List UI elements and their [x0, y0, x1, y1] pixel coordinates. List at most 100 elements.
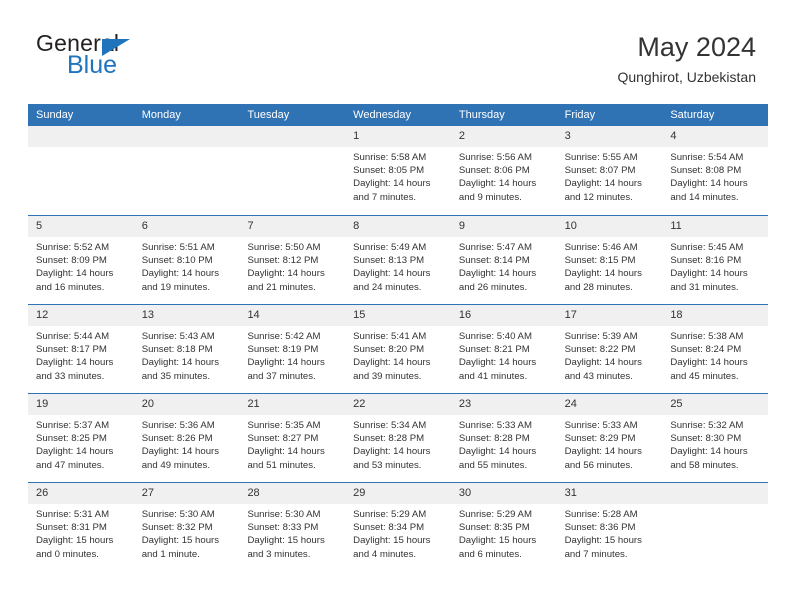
daylight-text: Daylight: 14 hours and 26 minutes. — [458, 268, 537, 293]
calendar-day-cell[interactable]: 3 Sunrise: 5:55 AM Sunset: 8:07 PM Daylight… — [556, 126, 663, 215]
day-number-band: 28 — [239, 483, 346, 504]
day-number-band: 27 — [133, 483, 240, 504]
day-number: 16 — [458, 309, 472, 321]
calendar-day-cell[interactable]: 24 Sunrise: 5:33 AM Sunset: 8:29 PM Dayligh… — [556, 394, 663, 482]
day-details: Sunrise: 5:44 AM Sunset: 8:17 PM Daylight:… — [28, 326, 134, 383]
day-number: 13 — [141, 309, 154, 321]
calendar-day-cell[interactable]: 1 Sunrise: 5:58 AM Sunset: 8:05 PM Daylight… — [345, 126, 451, 215]
calendar-day-cell[interactable]: 30 Sunrise: 5:29 AM Sunset: 8:35 PM Dayligh… — [450, 483, 557, 573]
day-details: Sunrise: 5:41 AM Sunset: 8:20 PM Daylight:… — [345, 326, 451, 383]
sunrise-text: Sunrise: 5:32 AM — [670, 420, 744, 431]
daylight-text: Daylight: 14 hours and 7 minutes. — [353, 178, 431, 203]
sunset-text: Sunset: 8:25 PM — [36, 433, 107, 445]
calendar-day-cell[interactable]: 12 Sunrise: 5:44 AM Sunset: 8:17 PM Dayligh… — [28, 305, 134, 393]
day-number: 8 — [353, 220, 360, 232]
day-number: 7 — [247, 220, 254, 232]
day-details: Sunrise: 5:34 AM Sunset: 8:28 PM Daylight:… — [345, 415, 451, 472]
calendar-day-cell[interactable]: 13 Sunrise: 5:43 AM Sunset: 8:18 PM Dayligh… — [133, 305, 240, 393]
day-number-band — [28, 126, 134, 147]
calendar-day-cell[interactable]: 27 Sunrise: 5:30 AM Sunset: 8:32 PM Dayligh… — [133, 483, 240, 573]
calendar-day-cell[interactable]: 7 Sunrise: 5:50 AM Sunset: 8:12 PM Daylight… — [239, 216, 346, 304]
day-number-band: 8 — [345, 216, 451, 237]
sunrise-text: Sunrise: 5:40 AM — [458, 331, 532, 342]
daylight-text: Daylight: 14 hours and 28 minutes. — [564, 268, 642, 293]
day-number-band: 5 — [28, 216, 134, 237]
daylight-text: Daylight: 14 hours and 35 minutes. — [141, 357, 220, 382]
daylight-text: Daylight: 14 hours and 37 minutes. — [247, 357, 325, 382]
calendar-day-cell[interactable]: 20 Sunrise: 5:36 AM Sunset: 8:26 PM Dayligh… — [133, 394, 240, 482]
calendar-day-cell[interactable]: 29 Sunrise: 5:29 AM Sunset: 8:34 PM Dayligh… — [345, 483, 451, 573]
day-details: Sunrise: 5:51 AM Sunset: 8:10 PM Daylight:… — [134, 237, 240, 294]
day-number-band: 22 — [345, 394, 451, 415]
day-details: Sunrise: 5:30 AM Sunset: 8:33 PM Daylight:… — [239, 504, 345, 561]
sunrise-text: Sunrise: 5:38 AM — [670, 331, 744, 342]
day-details: Sunrise: 5:47 AM Sunset: 8:14 PM Daylight:… — [451, 237, 557, 294]
day-details: Sunrise: 5:54 AM Sunset: 8:08 PM Daylight:… — [662, 147, 768, 204]
weekday-header-monday: Monday — [141, 109, 181, 121]
calendar-day-cell[interactable]: 2 Sunrise: 5:56 AM Sunset: 8:06 PM Daylight… — [450, 126, 557, 215]
calendar-empty-cell — [662, 483, 769, 573]
sunrise-text: Sunrise: 5:56 AM — [458, 152, 532, 163]
calendar-day-cell[interactable]: 11 Sunrise: 5:45 AM Sunset: 8:16 PM Dayligh… — [662, 216, 769, 304]
day-number-band: 26 — [28, 483, 134, 504]
calendar-day-cell[interactable]: 23 Sunrise: 5:33 AM Sunset: 8:28 PM Dayligh… — [450, 394, 557, 482]
sunrise-text: Sunrise: 5:37 AM — [36, 420, 110, 431]
daylight-text: Daylight: 14 hours and 21 minutes. — [247, 268, 325, 293]
sunset-text: Sunset: 8:28 PM — [353, 433, 425, 445]
calendar-day-cell[interactable]: 22 Sunrise: 5:34 AM Sunset: 8:28 PM Dayligh… — [345, 394, 451, 482]
calendar-day-cell[interactable]: 26 Sunrise: 5:31 AM Sunset: 8:31 PM Dayligh… — [28, 483, 134, 573]
sunrise-text: Sunrise: 5:49 AM — [353, 242, 427, 253]
sunrise-text: Sunrise: 5:44 AM — [36, 331, 110, 342]
sunrise-text: Sunrise: 5:46 AM — [564, 242, 638, 253]
day-details: Sunrise: 5:29 AM Sunset: 8:35 PM Daylight:… — [451, 504, 557, 561]
day-number-band: 1 — [345, 126, 451, 147]
sunrise-text: Sunrise: 5:43 AM — [141, 331, 215, 342]
sunset-text: Sunset: 8:33 PM — [247, 522, 319, 534]
calendar-day-cell[interactable]: 17 Sunrise: 5:39 AM Sunset: 8:22 PM Dayligh… — [556, 305, 663, 393]
calendar-day-cell[interactable]: 4 Sunrise: 5:54 AM Sunset: 8:08 PM Daylight… — [662, 126, 769, 215]
day-number: 29 — [353, 487, 366, 499]
sunset-text: Sunset: 8:30 PM — [670, 433, 742, 445]
sunset-text: Sunset: 8:16 PM — [670, 255, 742, 267]
sunset-text: Sunset: 8:05 PM — [353, 165, 425, 177]
calendar-day-cell[interactable]: 14 Sunrise: 5:42 AM Sunset: 8:19 PM Dayligh… — [239, 305, 346, 393]
calendar-day-cell[interactable]: 9 Sunrise: 5:47 AM Sunset: 8:14 PM Daylight… — [450, 216, 557, 304]
day-number: 15 — [353, 309, 366, 321]
day-number: 10 — [564, 220, 577, 232]
day-details: Sunrise: 5:49 AM Sunset: 8:13 PM Daylight:… — [345, 237, 451, 294]
day-number-band: 31 — [556, 483, 663, 504]
calendar-day-cell[interactable]: 6 Sunrise: 5:51 AM Sunset: 8:10 PM Daylight… — [133, 216, 240, 304]
day-details: Sunrise: 5:33 AM Sunset: 8:29 PM Daylight:… — [557, 415, 663, 472]
day-details — [28, 147, 134, 151]
day-details: Sunrise: 5:30 AM Sunset: 8:32 PM Daylight:… — [134, 504, 240, 561]
calendar-day-cell[interactable]: 21 Sunrise: 5:35 AM Sunset: 8:27 PM Dayligh… — [239, 394, 346, 482]
day-number-band: 6 — [133, 216, 240, 237]
calendar-day-cell[interactable]: 10 Sunrise: 5:46 AM Sunset: 8:15 PM Dayligh… — [556, 216, 663, 304]
calendar-day-cell[interactable]: 19 Sunrise: 5:37 AM Sunset: 8:25 PM Dayligh… — [28, 394, 134, 482]
calendar-day-cell[interactable]: 18 Sunrise: 5:38 AM Sunset: 8:24 PM Dayligh… — [662, 305, 769, 393]
daylight-text: Daylight: 15 hours and 7 minutes. — [564, 535, 642, 560]
calendar-day-cell[interactable]: 8 Sunrise: 5:49 AM Sunset: 8:13 PM Daylight… — [345, 216, 451, 304]
sunset-text: Sunset: 8:20 PM — [353, 344, 425, 356]
sunrise-text: Sunrise: 5:41 AM — [353, 331, 427, 342]
calendar-day-cell[interactable]: 25 Sunrise: 5:32 AM Sunset: 8:30 PM Dayligh… — [662, 394, 769, 482]
day-number-band: 19 — [28, 394, 134, 415]
calendar-day-cell[interactable]: 5 Sunrise: 5:52 AM Sunset: 8:09 PM Daylight… — [28, 216, 134, 304]
calendar-day-cell[interactable]: 28 Sunrise: 5:30 AM Sunset: 8:33 PM Dayligh… — [239, 483, 346, 573]
day-number: 2 — [458, 130, 465, 142]
weekday-header-friday: Friday — [564, 109, 596, 121]
sunrise-text: Sunrise: 5:51 AM — [141, 242, 215, 253]
day-details: Sunrise: 5:39 AM Sunset: 8:22 PM Daylight:… — [557, 326, 663, 383]
day-number-band: 4 — [662, 126, 769, 147]
calendar-day-cell[interactable]: 31 Sunrise: 5:28 AM Sunset: 8:36 PM Dayligh… — [556, 483, 663, 573]
day-details — [134, 147, 240, 151]
day-number: 31 — [564, 487, 577, 499]
general-blue-logo[interactable]: General Blue — [36, 30, 266, 86]
day-number-band: 10 — [556, 216, 663, 237]
calendar-day-cell[interactable]: 15 Sunrise: 5:41 AM Sunset: 8:20 PM Dayligh… — [345, 305, 451, 393]
sunset-text: Sunset: 8:26 PM — [141, 433, 213, 445]
day-number: 3 — [564, 130, 571, 142]
calendar-day-cell[interactable]: 16 Sunrise: 5:40 AM Sunset: 8:21 PM Dayligh… — [450, 305, 557, 393]
day-number: 1 — [353, 130, 360, 142]
day-number: 9 — [458, 220, 465, 232]
